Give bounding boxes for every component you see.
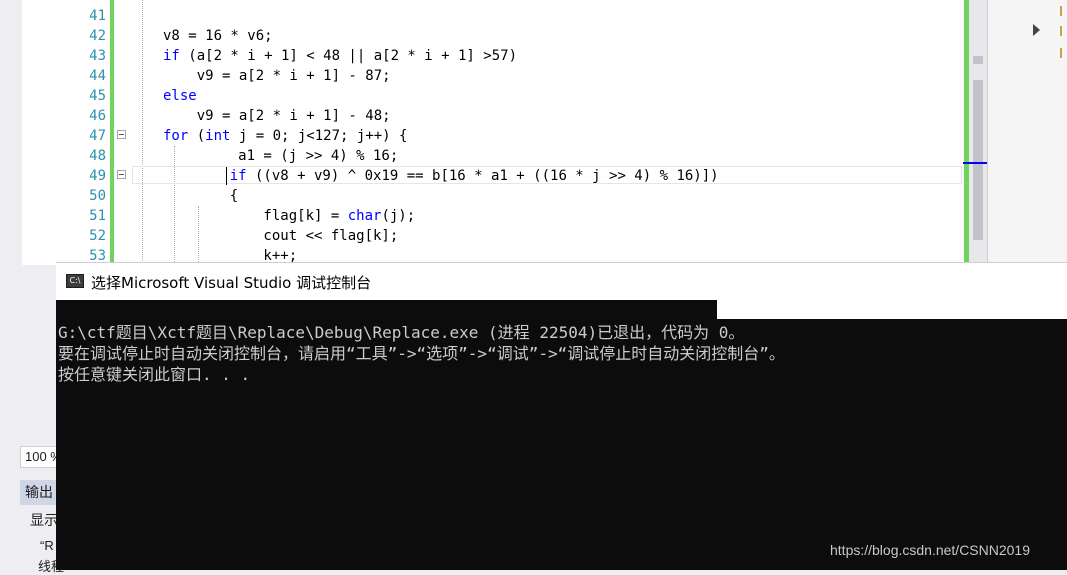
line-number: 42: [89, 28, 106, 44]
line-number: 48: [89, 148, 106, 164]
line-number: 46: [89, 108, 106, 124]
line-number-gutter: 41 42 43 44 45 46 47 48 49 50 51 52 53: [22, 0, 110, 265]
keyword-token: if: [163, 48, 180, 64]
keyword-token: else: [163, 88, 197, 104]
code-line[interactable]: v8 = 16 * v6;: [163, 26, 273, 46]
line-number: 52: [89, 228, 106, 244]
editor-vertical-scrollbar[interactable]: [969, 0, 987, 265]
code-token: (j);: [381, 208, 416, 224]
change-tracking-bar: [110, 0, 114, 265]
debug-console-window[interactable]: C:\ 选择Microsoft Visual Studio 调试控制台 G:\c…: [56, 262, 1067, 570]
expand-arrow-icon[interactable]: [1033, 24, 1040, 36]
code-line[interactable]: if ((v8 + v9) ^ 0x19 == b[16 * a1 + ((16…: [196, 166, 719, 186]
indent-guide: [142, 0, 143, 265]
code-token: j = 0; j<127; j++) {: [230, 128, 408, 144]
watermark-text: https://blog.csdn.net/CSNN2019: [830, 542, 1031, 558]
keyword-token: if: [229, 168, 247, 184]
line-number: 51: [89, 208, 106, 224]
keyword-token: for: [163, 128, 189, 144]
title-bar-extension: [717, 299, 1067, 319]
file-icon: [1060, 48, 1067, 58]
indent-guide: [174, 146, 175, 265]
line-number: 43: [89, 48, 106, 64]
line-number: 44: [89, 68, 106, 84]
code-token: v8 = 16 * v6;: [163, 28, 273, 44]
code-token: (a[2 * i + 1] < 48 || a[2 * i + 1] >57): [179, 48, 518, 64]
line-number: 45: [89, 88, 106, 104]
text-caret: [226, 167, 227, 185]
code-line[interactable]: v9 = a[2 * i + 1] - 48;: [163, 106, 391, 126]
code-line[interactable]: a1 = (j >> 4) % 16;: [196, 146, 398, 166]
code-token: a1 = (j >> 4) % 16;: [196, 148, 399, 164]
ide-left-strip: [0, 0, 22, 448]
fold-toggle-icon[interactable]: [117, 170, 126, 179]
line-number: 50: [89, 188, 106, 204]
show-label: 显示: [30, 512, 58, 528]
code-line[interactable]: flag[k] = char(j);: [196, 206, 415, 226]
line-number: 41: [89, 8, 106, 24]
fold-toggle-icon[interactable]: [117, 130, 126, 139]
console-title: 选择Microsoft Visual Studio 调试控制台: [91, 274, 372, 292]
scrollbar-thumb[interactable]: [973, 80, 983, 240]
code-token: ((v8 + v9) ^ 0x19 == b[16 * a1 + ((16 * …: [246, 168, 719, 184]
file-icon: [1060, 26, 1067, 36]
code-line[interactable]: {: [196, 186, 238, 206]
code-token: v9 = a[2 * i + 1] - 87;: [163, 68, 391, 84]
output-text-fragment: “R: [40, 538, 54, 553]
code-token: cout << flag[k];: [196, 228, 399, 244]
code-line[interactable]: cout << flag[k];: [196, 226, 398, 246]
code-token: flag[k] =: [196, 208, 348, 224]
keyword-token: int: [205, 128, 231, 144]
file-icon: [1060, 6, 1067, 16]
output-tab-label: 输出: [25, 484, 53, 500]
line-number: 47: [89, 128, 106, 144]
caret-position-marker: [963, 162, 987, 164]
code-token: v9 = a[2 * i + 1] - 48;: [163, 108, 391, 124]
solution-explorer-panel: [987, 0, 1067, 265]
console-title-bar[interactable]: C:\ 选择Microsoft Visual Studio 调试控制台: [56, 262, 1067, 300]
code-token: {: [196, 188, 239, 204]
code-editor[interactable]: 41 42 43 44 45 46 47 48 49 50 51 52 53 v8 = 16 * v6;…: [22, 0, 984, 265]
line-number: 49: [89, 168, 106, 184]
console-app-icon: C:\: [66, 274, 84, 288]
scrollbar-marker: [973, 56, 983, 64]
code-line[interactable]: v9 = a[2 * i + 1] - 87;: [163, 66, 391, 86]
keyword-token: char: [347, 208, 382, 224]
code-line[interactable]: else: [163, 86, 197, 106]
console-output-line: 按任意键关闭此窗口. . .: [58, 365, 251, 384]
code-line[interactable]: if (a[2 * i + 1] < 48 || a[2 * i + 1] >5…: [163, 46, 517, 66]
code-line[interactable]: for (int j = 0; j<127; j++) {: [163, 126, 407, 146]
code-token: (: [188, 128, 206, 144]
